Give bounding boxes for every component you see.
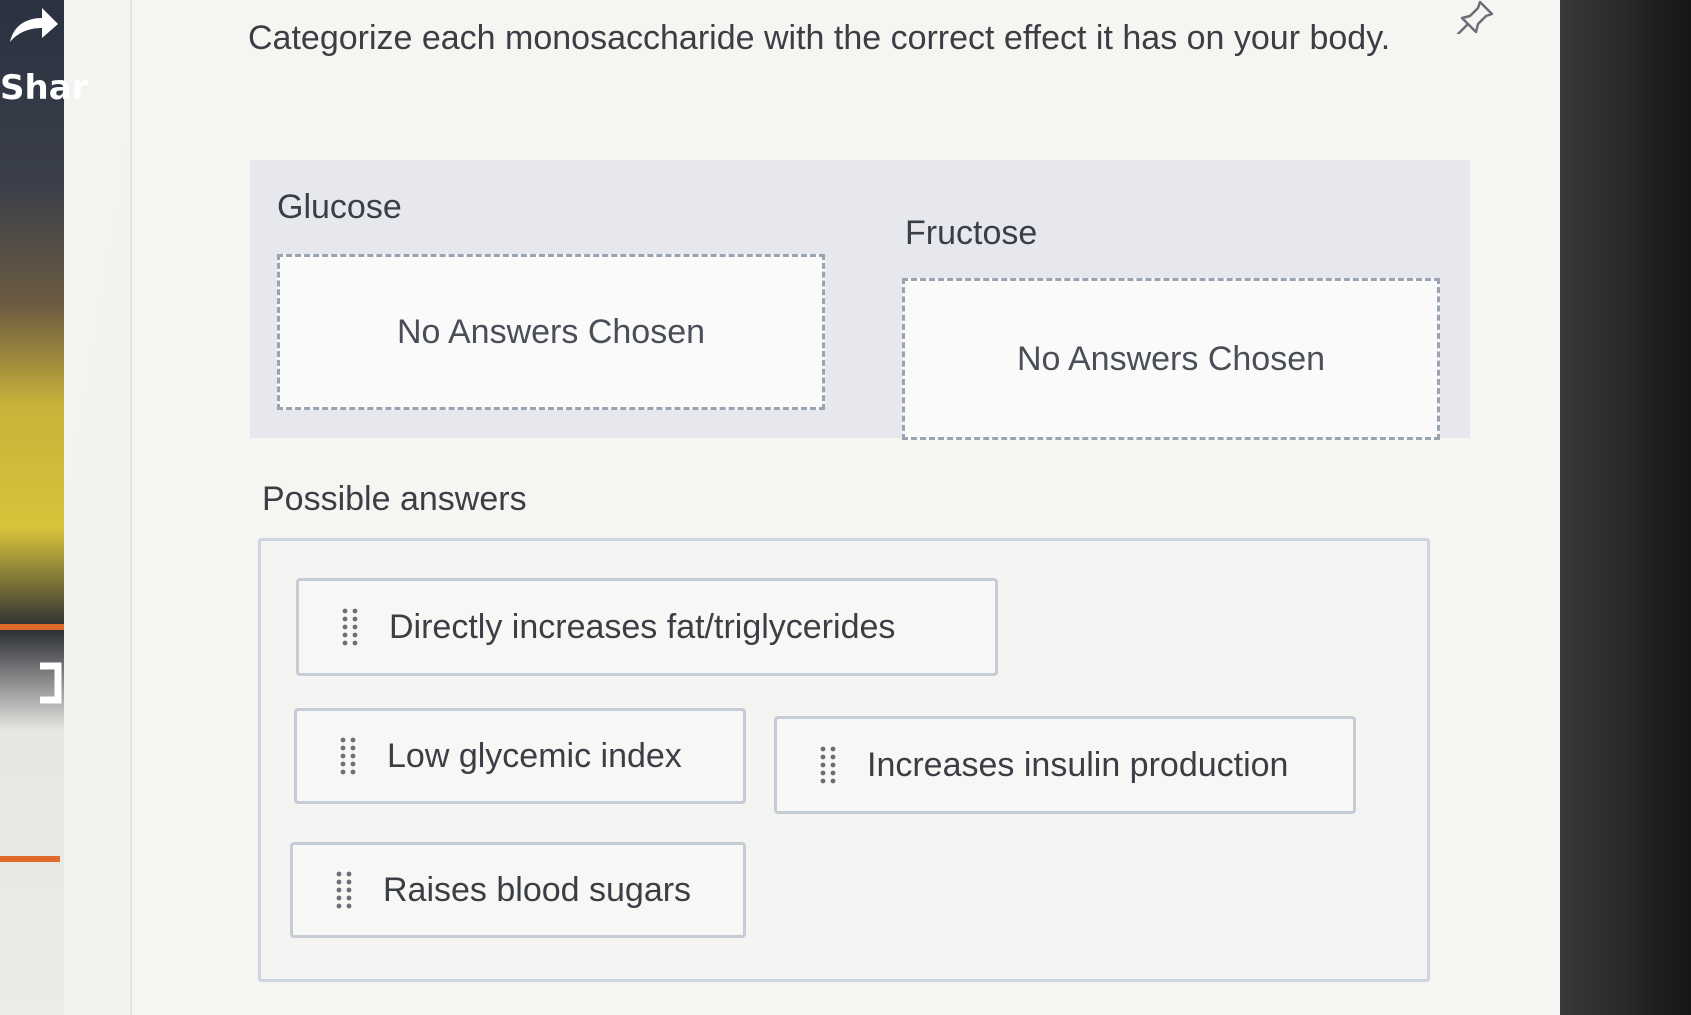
question-text: Categorize each monosaccharide with the …	[248, 19, 1391, 57]
screen: Shar Categorize each monosaccharide with…	[0, 0, 1691, 1015]
drag-handle-icon	[336, 871, 352, 909]
category-title-glucose: Glucose	[277, 188, 402, 226]
answer-chip-insulin[interactable]: Increases insulin production	[774, 716, 1356, 814]
possible-answers-title: Possible answers	[262, 480, 527, 518]
share-arrow-icon[interactable]	[6, 6, 60, 46]
drop-zone-glucose[interactable]: No Answers Chosen	[277, 254, 825, 410]
drag-handle-icon	[820, 746, 836, 784]
category-title-fructose: Fructose	[905, 214, 1038, 252]
drag-handle-icon	[340, 737, 356, 775]
bracket-icon[interactable]	[36, 662, 62, 704]
drop-zone-fructose[interactable]: No Answers Chosen	[902, 278, 1440, 440]
answer-label: Directly increases fat/triglycerides	[389, 607, 896, 646]
drop-zone-placeholder: No Answers Chosen	[1016, 339, 1326, 378]
answer-chip-fat[interactable]: Directly increases fat/triglycerides	[296, 578, 998, 676]
pin-icon[interactable]	[1456, 0, 1496, 34]
drop-zone-placeholder: No Answers Chosen	[396, 312, 706, 351]
right-bezel	[1560, 0, 1691, 1015]
answer-chip-glycemic[interactable]: Low glycemic index	[294, 708, 746, 804]
answer-chip-blood-sugar[interactable]: Raises blood sugars	[290, 842, 746, 938]
drag-handle-icon	[342, 608, 358, 646]
answer-label: Low glycemic index	[387, 736, 682, 775]
left-sidebar-strip: Shar	[0, 0, 88, 1015]
answer-label: Increases insulin production	[867, 745, 1289, 784]
divider-line	[0, 624, 64, 630]
divider-line	[0, 856, 60, 862]
share-label[interactable]: Shar	[0, 68, 88, 108]
answer-label: Raises blood sugars	[383, 870, 692, 909]
